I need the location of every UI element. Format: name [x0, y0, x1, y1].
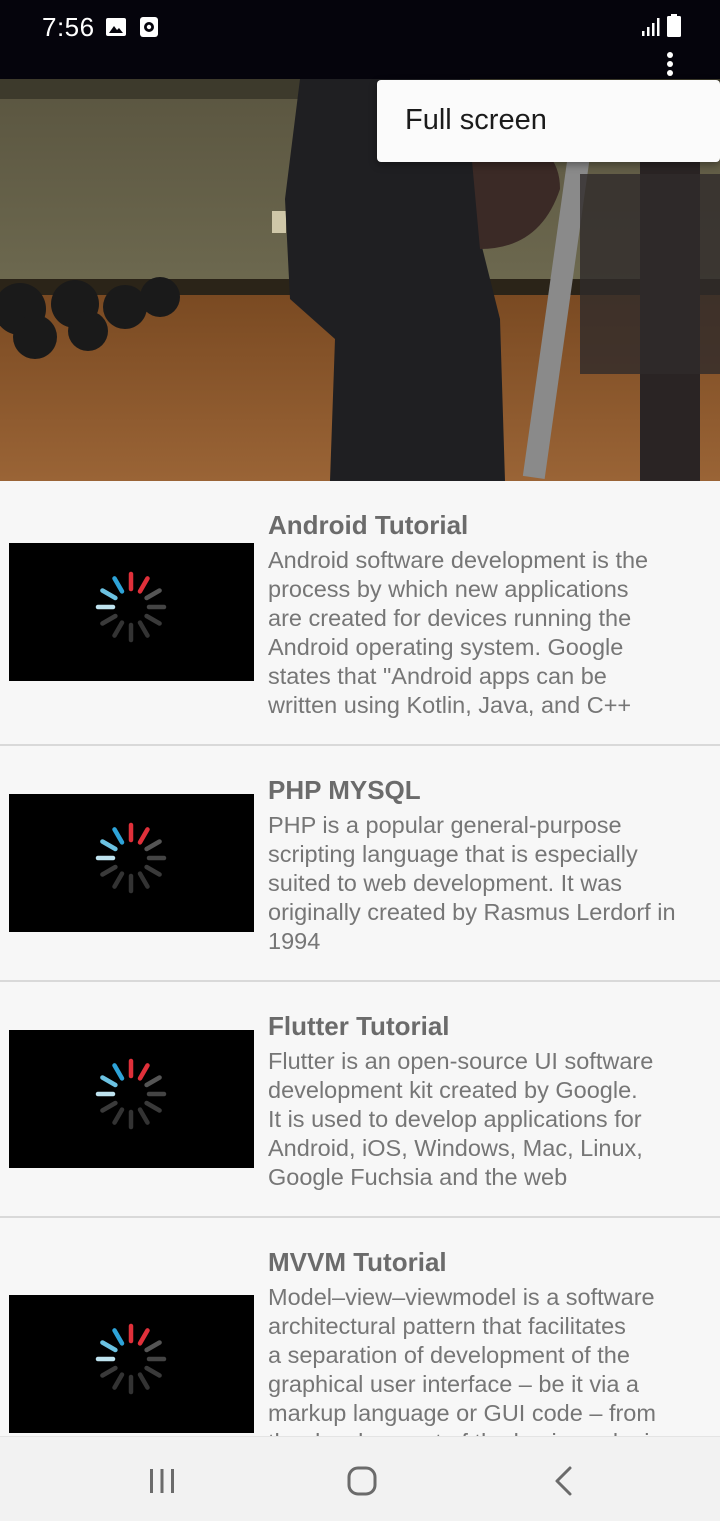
home-icon	[347, 1466, 377, 1496]
spinner-tick	[137, 1107, 150, 1125]
overflow-menu-button[interactable]	[658, 48, 682, 80]
spinner-tick	[100, 1100, 118, 1113]
status-time: 7:56	[42, 12, 95, 42]
spinner-tick	[112, 1328, 125, 1346]
video-thumbnail[interactable]	[9, 1295, 254, 1433]
item-title: Flutter Tutorial	[268, 1011, 450, 1041]
spinner-tick	[144, 588, 162, 601]
spinner-tick	[100, 613, 118, 626]
recent-apps-icon	[150, 1469, 174, 1493]
item-title: MVVM Tutorial	[268, 1247, 447, 1277]
screen-record-icon	[139, 16, 159, 43]
spinner-tick	[137, 1063, 150, 1081]
video-thumbnail[interactable]	[9, 543, 254, 681]
spinner-tick	[112, 871, 125, 889]
recent-apps-button[interactable]	[142, 1461, 182, 1501]
spinner-tick	[137, 576, 150, 594]
spinner-tick	[144, 1075, 162, 1088]
battery-icon	[667, 14, 681, 37]
spinner-tick	[100, 839, 118, 852]
back-icon	[555, 1466, 572, 1496]
spinner-tick	[137, 827, 150, 845]
spinner-tick	[112, 1063, 125, 1081]
spinner-tick	[112, 1107, 125, 1125]
item-description: Android software development is the proc…	[268, 547, 649, 718]
spinner-tick	[137, 1372, 150, 1390]
overflow-menu: Full screen	[377, 80, 720, 162]
list-item[interactable]: PHP MYSQL PHP is a popular general-purpo…	[0, 746, 720, 982]
spinner-tick	[112, 620, 125, 638]
loading-spinner-icon	[95, 822, 167, 894]
home-button[interactable]	[342, 1461, 382, 1501]
loading-spinner-icon	[95, 1058, 167, 1130]
spinner-tick	[144, 1365, 162, 1378]
more-vert-icon	[667, 52, 673, 76]
image-icon	[105, 16, 127, 43]
list-item[interactable]: Flutter Tutorial Flutter is an open-sour…	[0, 982, 720, 1218]
menu-item-full-screen[interactable]: Full screen	[405, 104, 547, 137]
spinner-tick	[137, 1328, 150, 1346]
spinner-tick	[100, 588, 118, 601]
signal-icon	[641, 18, 660, 36]
back-button[interactable]	[545, 1461, 585, 1501]
spinner-tick	[144, 1340, 162, 1353]
spinner-tick	[112, 576, 125, 594]
spinner-tick	[144, 1100, 162, 1113]
status-right-icons	[640, 14, 682, 38]
item-title: PHP MYSQL	[268, 775, 421, 805]
loading-spinner-icon	[95, 571, 167, 643]
loading-spinner-icon	[95, 1323, 167, 1395]
spinner-tick	[100, 1365, 118, 1378]
video-thumbnail[interactable]	[9, 1030, 254, 1168]
spinner-tick	[112, 1372, 125, 1390]
spinner-tick	[100, 1340, 118, 1353]
item-description: Flutter is an open-source UI software de…	[268, 1048, 654, 1190]
item-title: Android Tutorial	[268, 510, 469, 540]
spinner-tick	[144, 839, 162, 852]
spinner-tick	[100, 1075, 118, 1088]
spinner-tick	[144, 613, 162, 626]
spinner-tick	[100, 864, 118, 877]
item-description: PHP is a popular general-purpose scripti…	[268, 812, 676, 954]
navigation-bar	[0, 1436, 720, 1521]
item-description: Model–view–viewmodel is a software archi…	[268, 1284, 661, 1455]
status-bar: 7:56	[0, 0, 720, 79]
spinner-tick	[137, 871, 150, 889]
list-item[interactable]: Android Tutorial Android software develo…	[0, 481, 720, 746]
spinner-tick	[137, 620, 150, 638]
spinner-tick	[144, 864, 162, 877]
spinner-tick	[112, 827, 125, 845]
video-thumbnail[interactable]	[9, 794, 254, 932]
